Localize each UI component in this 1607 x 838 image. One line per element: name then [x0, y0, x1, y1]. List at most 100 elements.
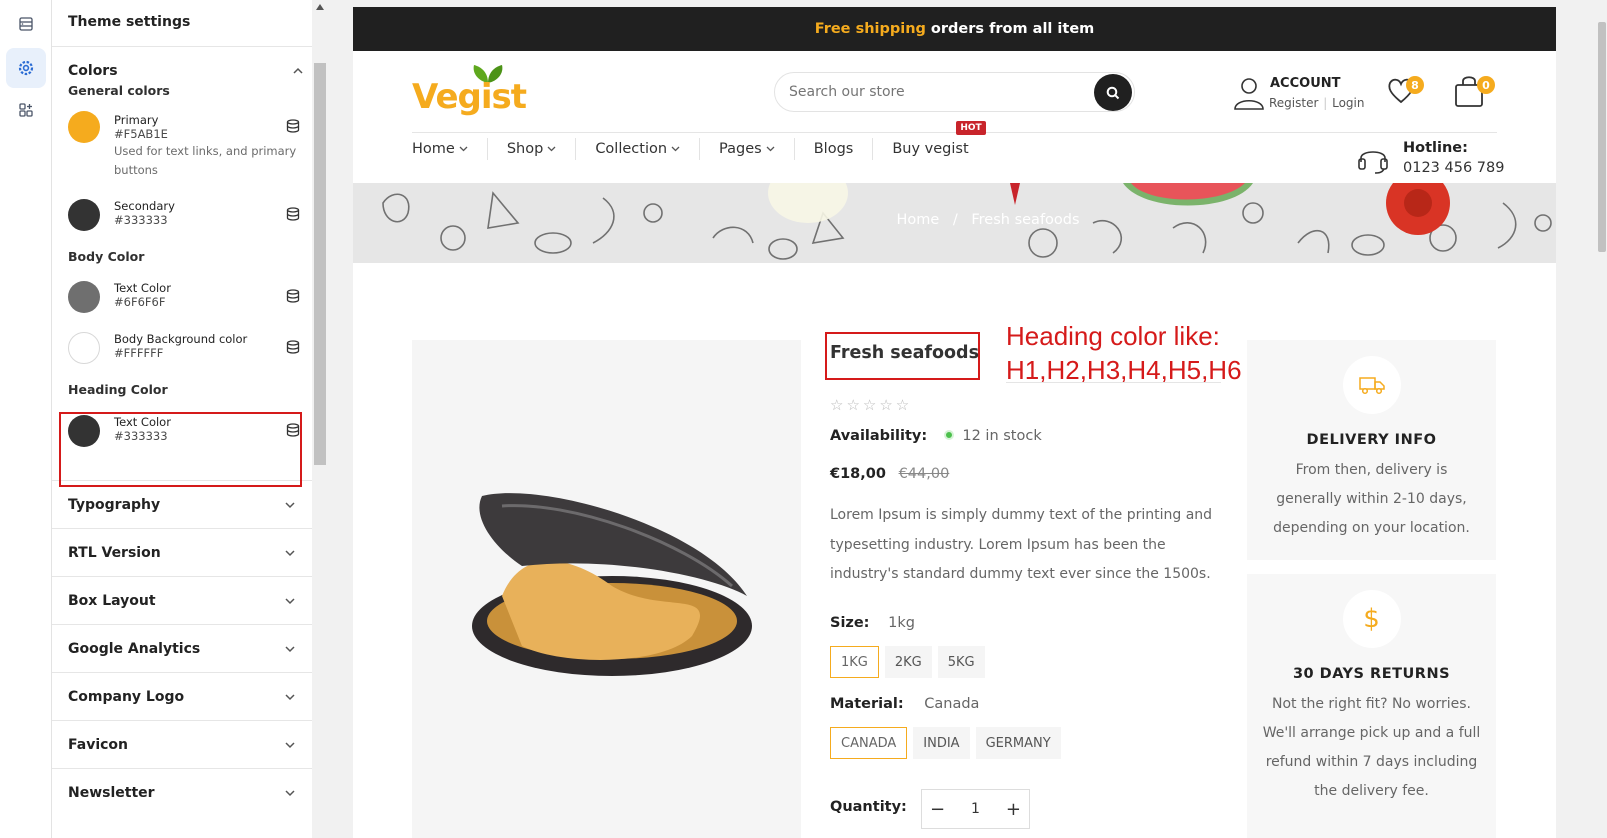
material-option-canada[interactable]: CANADA: [830, 727, 908, 759]
announcement-accent: Free shipping: [814, 21, 926, 37]
material-options: CANADA INDIA GERMANY: [830, 727, 1067, 759]
settings-gear-icon[interactable]: [6, 48, 46, 88]
stock-dot-icon: [943, 430, 954, 440]
cart-count-badge: 0: [1477, 76, 1495, 94]
size-option-2kg[interactable]: 2KG: [884, 646, 932, 678]
accordion-box-layout[interactable]: Box Layout: [52, 576, 312, 624]
chevron-down-icon: [285, 789, 295, 796]
delivery-truck-icon: [1342, 356, 1401, 414]
general-colors-title: General colors: [68, 83, 170, 98]
breadcrumb-home[interactable]: Home: [896, 212, 939, 228]
apps-icon[interactable]: [6, 90, 46, 130]
nav-collection[interactable]: Collection: [576, 138, 701, 160]
chevron-down-icon: [285, 741, 295, 748]
product-description: Lorem Ipsum is simply dummy text of the …: [830, 507, 1213, 582]
quantity-stepper[interactable]: − 1 +: [921, 789, 1030, 829]
accordion-newsletter[interactable]: Newsletter: [52, 768, 312, 816]
search-input[interactable]: [789, 81, 1089, 103]
body-text-color-swatch[interactable]: [68, 281, 100, 313]
body-background-color-setting[interactable]: Body Background color #FFFFFF: [52, 332, 320, 382]
accordion-google-analytics[interactable]: Google Analytics: [52, 624, 312, 672]
stock-status: 12 in stock: [962, 428, 1042, 444]
cart-button[interactable]: 0: [1453, 74, 1495, 110]
accordion-label: Favicon: [68, 736, 128, 753]
header-divider: [412, 132, 1497, 133]
accordion-company-logo[interactable]: Company Logo: [52, 672, 312, 720]
secondary-color-setting[interactable]: Secondary #333333: [52, 199, 320, 249]
accordion-label: Google Analytics: [68, 640, 201, 657]
database-icon[interactable]: [286, 207, 300, 221]
logo-text: Vegist: [412, 77, 527, 117]
nav-blogs[interactable]: Blogs: [795, 138, 874, 160]
main-nav: Home Shop Collection Pages Blogs Buy veg…: [412, 121, 988, 160]
quantity-plus-button[interactable]: +: [1006, 799, 1021, 820]
announcement-text: orders from all item: [930, 21, 1095, 37]
nav-blogs-label: Blogs: [813, 141, 854, 157]
panel-scrollbar-thumb[interactable]: [314, 63, 326, 465]
nav-collection-label: Collection: [595, 141, 668, 157]
database-icon[interactable]: [286, 340, 300, 354]
primary-color-setting[interactable]: Primary #F5AB1E Used for text links, and…: [52, 111, 320, 199]
nav-pages[interactable]: Pages: [700, 138, 795, 160]
account-link[interactable]: ACCOUNT Register | Login: [1233, 74, 1364, 114]
accordion-label: RTL Version: [68, 544, 161, 561]
settings-accordion-list: Typography RTL Version Box Layout Google An…: [52, 480, 312, 816]
size-row: Size: 1kg: [830, 615, 915, 631]
store-logo[interactable]: Vegist: [412, 63, 527, 121]
nav-home[interactable]: Home: [412, 138, 488, 160]
primary-color-hex: #F5AB1E: [114, 127, 168, 141]
primary-color-help: Used for text links, and primary buttons: [114, 144, 297, 177]
nav-shop[interactable]: Shop: [488, 138, 577, 160]
database-icon[interactable]: [286, 119, 300, 133]
product-image-area[interactable]: [412, 340, 801, 838]
search-bar[interactable]: [774, 72, 1135, 112]
chevron-down-icon: [285, 549, 295, 556]
size-label: Size:: [830, 615, 870, 631]
secondary-color-swatch[interactable]: [68, 199, 100, 231]
left-rail: [0, 0, 52, 838]
quantity-minus-button[interactable]: −: [930, 799, 945, 820]
accordion-rtl-version[interactable]: RTL Version: [52, 528, 312, 576]
wishlist-button[interactable]: 8: [1386, 76, 1424, 109]
database-icon[interactable]: [286, 289, 300, 303]
register-link[interactable]: Register: [1269, 96, 1318, 110]
body-background-color-swatch[interactable]: [68, 332, 100, 364]
material-option-germany[interactable]: GERMANY: [975, 727, 1061, 759]
hotline-label: Hotline:: [1403, 140, 1468, 156]
primary-color-swatch[interactable]: [68, 111, 100, 143]
body-text-color-hex: #6F6F6F: [114, 295, 166, 309]
size-option-1kg[interactable]: 1KG: [830, 646, 879, 678]
page-scrollbar-thumb[interactable]: [1598, 22, 1606, 252]
accordion-label: Typography: [68, 496, 161, 513]
nav-buy-vegist[interactable]: Buy vegist HOT: [873, 121, 987, 160]
colors-section-label: Colors: [68, 63, 118, 79]
body-color-title: Body Color: [68, 249, 145, 264]
delivery-info-card: DELIVERY INFO From then, delivery is gen…: [1247, 340, 1496, 560]
accordion-favicon[interactable]: Favicon: [52, 720, 312, 768]
scroll-up-arrow-icon[interactable]: [316, 4, 324, 10]
body-text-color-setting[interactable]: Text Color #6F6F6F: [52, 281, 320, 332]
quantity-value[interactable]: 1: [971, 801, 980, 817]
chevron-down-icon: [285, 501, 295, 508]
store-preview: Free shipping orders from all item Vegis…: [353, 7, 1556, 838]
secondary-color-name: Secondary: [114, 199, 175, 213]
chevron-up-icon: [293, 67, 303, 74]
material-value: Canada: [924, 696, 980, 712]
material-option-india[interactable]: INDIA: [913, 727, 970, 759]
availability-label: Availability:: [830, 428, 928, 444]
page-scrollbar[interactable]: [1596, 0, 1607, 838]
size-option-5kg[interactable]: 5KG: [937, 646, 985, 678]
accordion-typography[interactable]: Typography: [52, 480, 312, 528]
search-button[interactable]: [1094, 74, 1132, 111]
login-link[interactable]: Login: [1332, 96, 1364, 110]
heading-color-highlight-box: [59, 412, 302, 487]
account-title: ACCOUNT: [1270, 76, 1341, 91]
announcement-bar: Free shipping orders from all item: [353, 7, 1556, 51]
panel-scrollbar[interactable]: [312, 0, 328, 838]
chevron-down-icon: [285, 693, 295, 700]
body-background-color-hex: #FFFFFF: [114, 346, 164, 360]
chevron-down-icon: [547, 146, 556, 152]
nav-shop-label: Shop: [506, 141, 544, 157]
rating-stars[interactable]: ☆☆☆☆☆: [830, 396, 912, 414]
sections-icon[interactable]: [6, 4, 46, 44]
